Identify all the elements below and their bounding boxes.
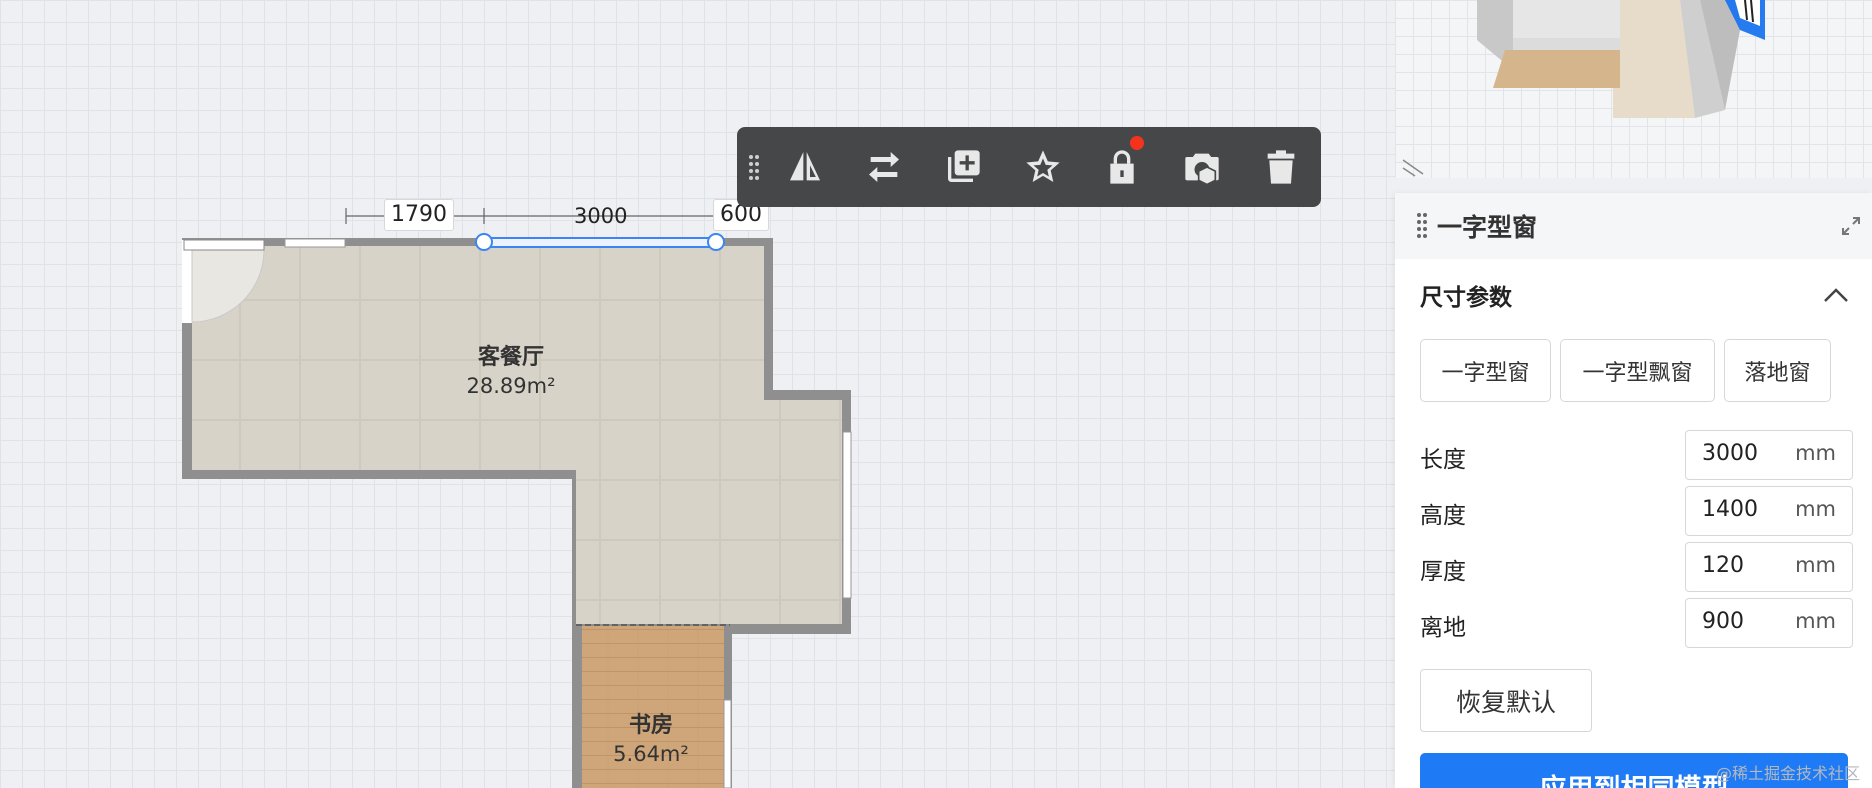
- reset-default-button[interactable]: 恢复默认: [1420, 669, 1592, 732]
- lock-icon: [1110, 150, 1135, 184]
- elevation-input[interactable]: 900 mm: [1685, 598, 1853, 648]
- thickness-input[interactable]: 120 mm: [1685, 542, 1853, 592]
- star-icon: [1026, 150, 1060, 182]
- window-handle-left[interactable]: [475, 233, 493, 251]
- param-label: 高度: [1420, 503, 1466, 529]
- type-button-straight[interactable]: 一字型窗: [1420, 339, 1551, 402]
- type-button-bay[interactable]: 一字型飘窗: [1560, 339, 1715, 402]
- param-unit: mm: [1795, 609, 1836, 633]
- watermark: @稀土掘金技术社区: [1715, 764, 1860, 783]
- lock-button[interactable]: [1083, 127, 1162, 207]
- room-name: 书房: [628, 713, 673, 738]
- panel-header[interactable]: 一字型窗: [1395, 193, 1872, 259]
- room-area: 28.89m²: [466, 374, 556, 398]
- duplicate-icon: [948, 150, 981, 182]
- param-row-elevation: 离地 900 mm: [1420, 598, 1853, 648]
- size-params-section-header[interactable]: 尺寸参数: [1395, 259, 1872, 331]
- window-handle-right[interactable]: [707, 233, 725, 251]
- room-area: 5.64m²: [613, 742, 689, 766]
- param-row-height: 高度 1400 mm: [1420, 486, 1853, 536]
- flip-button[interactable]: [765, 127, 844, 207]
- length-input[interactable]: 3000 mm: [1685, 430, 1853, 480]
- flip-icon: [789, 152, 820, 181]
- 3d-preview[interactable]: [1395, 0, 1872, 178]
- camera-button[interactable]: [1162, 127, 1241, 207]
- window-small[interactable]: [284, 238, 346, 248]
- height-input[interactable]: 1400 mm: [1685, 486, 1853, 536]
- param-value[interactable]: 900: [1702, 609, 1744, 634]
- section-title: 尺寸参数: [1420, 285, 1512, 311]
- window-type-selector: 一字型窗 一字型飘窗 落地窗: [1395, 339, 1872, 402]
- selected-window[interactable]: [483, 237, 717, 248]
- param-value[interactable]: 120: [1702, 553, 1744, 578]
- window-right[interactable]: [842, 431, 852, 599]
- room-label-study[interactable]: 书房 5.64m²: [591, 712, 711, 768]
- room-name: 客餐厅: [477, 345, 544, 370]
- trash-icon: [1267, 150, 1295, 184]
- param-label: 厚度: [1420, 559, 1466, 585]
- room-label-living[interactable]: 客餐厅 28.89m²: [446, 344, 576, 400]
- param-value[interactable]: 3000: [1702, 441, 1758, 466]
- param-label: 离地: [1420, 615, 1466, 641]
- param-label: 长度: [1420, 447, 1466, 473]
- param-value[interactable]: 1400: [1702, 497, 1758, 522]
- delete-button[interactable]: [1242, 127, 1321, 207]
- swap-icon: [869, 152, 900, 182]
- floorplan-drawing[interactable]: [0, 0, 1395, 788]
- panel-title: 一字型窗: [1437, 213, 1538, 242]
- camera-icon: [1185, 153, 1219, 186]
- object-toolbar: [737, 127, 1321, 207]
- swap-button[interactable]: [844, 127, 923, 207]
- duplicate-button[interactable]: [924, 127, 1003, 207]
- type-button-floor[interactable]: 落地窗: [1724, 339, 1831, 402]
- 3d-room-render: [1402, 0, 1765, 177]
- favorite-button[interactable]: [1003, 127, 1082, 207]
- notification-badge: [1129, 136, 1144, 150]
- param-row-thickness: 厚度 120 mm: [1420, 542, 1853, 592]
- param-row-length: 长度 3000 mm: [1420, 430, 1853, 480]
- floorplan-canvas[interactable]: 1790 3000 600 客餐厅 28.89m² 书房 5.64m²: [0, 0, 1395, 788]
- property-panel: 一字型窗 尺寸参数 一字型窗 一字型飘窗 落地窗 长度 3000 mm 高度 1…: [1395, 193, 1872, 788]
- chevron-up-icon[interactable]: [1822, 285, 1850, 305]
- param-unit: mm: [1795, 441, 1836, 465]
- drag-handle-icon[interactable]: [1417, 212, 1427, 240]
- param-unit: mm: [1795, 553, 1836, 577]
- drag-handle-icon[interactable]: [743, 154, 765, 180]
- dimension-left-label[interactable]: 1790: [384, 199, 454, 231]
- param-unit: mm: [1795, 497, 1836, 521]
- living-room-floor[interactable]: [192, 246, 842, 624]
- dimension-middle-label: 3000: [574, 204, 628, 228]
- expand-icon[interactable]: [1840, 215, 1862, 237]
